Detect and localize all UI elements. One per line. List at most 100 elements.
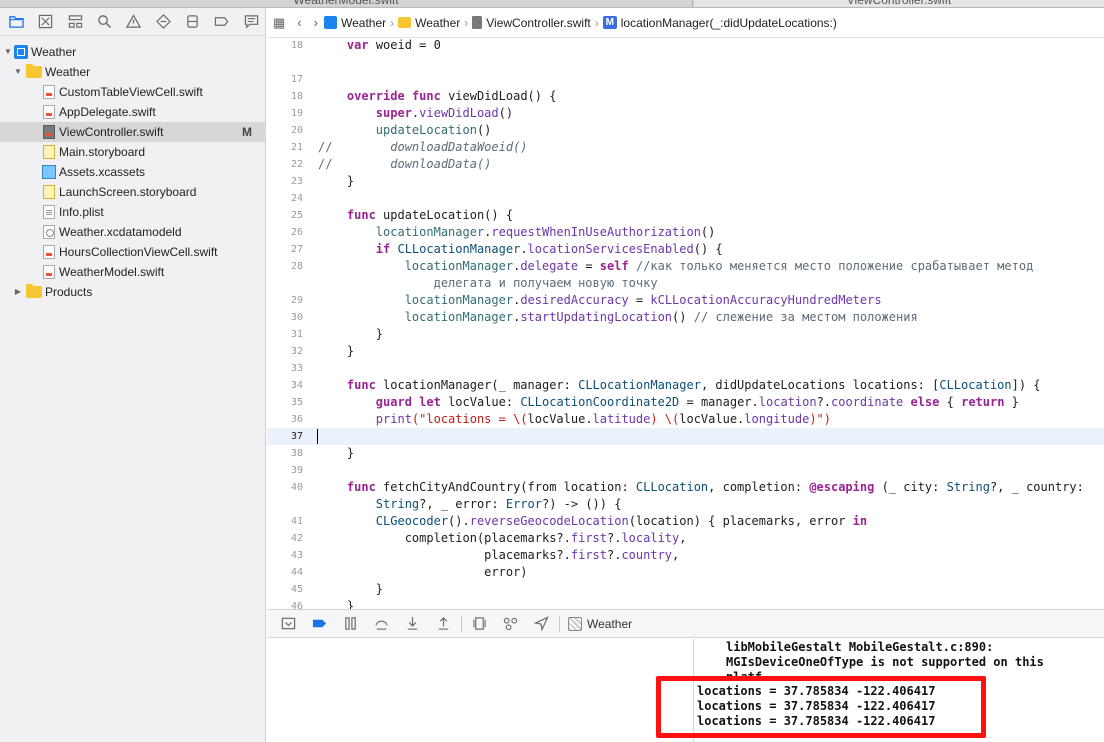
code-line[interactable]: 29 locationManager.desiredAccuracy = kCL… [267,292,1104,309]
disclosure-expanded-icon[interactable]: ▼ [3,42,13,62]
tree-row-file-selected[interactable]: ViewController.swift M [0,122,266,142]
code-line[interactable]: 43 placemarks?.first?.country, [267,547,1104,564]
project-navigator-button[interactable] [2,10,31,34]
tree-row-file[interactable]: Info.plist [0,202,266,222]
tree-label: WeatherModel.swift [59,265,165,279]
tab-viewcontroller[interactable]: ViewController.swift [694,0,1104,7]
code-line[interactable]: 26 locationManager.requestWhenInUseAutho… [267,224,1104,241]
tree-label: Info.plist [59,205,104,219]
step-out-button[interactable] [428,613,459,635]
tab-weathermodel[interactable]: WeatherModel.swift [0,0,693,7]
code-line[interactable]: 36 print("locations = \(locValue.latitud… [267,411,1104,428]
tree-row-file[interactable]: CustomTableViewCell.swift [0,82,266,102]
code-line[interactable]: 32 } [267,343,1104,360]
code-line[interactable] [267,54,1104,71]
code-line[interactable]: 18 override func viewDidLoad() { [267,88,1104,105]
code-line[interactable]: 19 super.viewDidLoad() [267,105,1104,122]
breakpoints-toggle-button[interactable] [304,613,335,635]
tree-row-file[interactable]: Weather.xcdatamodeld [0,222,266,242]
debug-navigator-button[interactable] [178,10,207,34]
code-line[interactable]: 45 } [267,581,1104,598]
code-line[interactable]: 30 locationManager.startUpdatingLocation… [267,309,1104,326]
code-line[interactable]: 27 if CLLocationManager.locationServices… [267,241,1104,258]
code-line[interactable]: 31 } [267,326,1104,343]
code-line[interactable]: 33 [267,360,1104,377]
code-line[interactable]: String?, _ error: Error?) -> ()) { [267,496,1104,513]
tree-row-file[interactable]: Main.storyboard [0,142,266,162]
code-line[interactable]: 37 [267,428,1104,445]
breakpoint-navigator-button[interactable] [207,10,236,34]
chevron-right-icon: › [390,15,395,30]
code-line[interactable]: 24 [267,190,1104,207]
tree-row-file[interactable]: Assets.xcassets [0,162,266,182]
hide-debug-area-button[interactable] [273,613,304,635]
code-line[interactable]: 38 } [267,445,1104,462]
tree-row-file[interactable]: AppDelegate.swift [0,102,266,122]
code-token: = [578,259,600,273]
related-items-icon[interactable]: ▦ [273,15,285,31]
code-line[interactable]: 21 // downloadDataWoeid() [267,139,1104,156]
code-token: ?. [607,548,622,562]
chevron-right-icon: › [464,15,469,30]
test-navigator-button[interactable] [149,10,178,34]
line-number: 37 [290,431,303,442]
code-line[interactable]: 44 error) [267,564,1104,581]
code-line[interactable]: 40 func fetchCityAndCountry(from locatio… [267,479,1104,496]
simulate-location-button[interactable] [526,613,557,635]
code-line[interactable]: 39 [267,462,1104,479]
code-line[interactable]: 28 locationManager.delegate = self //как… [267,258,1104,275]
view-hierarchy-icon [473,617,486,630]
step-over-button[interactable] [366,613,397,635]
breadcrumb-project[interactable]: Weather › [323,15,398,30]
code-line[interactable]: 35 guard let locValue: CLLocationCoordin… [267,394,1104,411]
forward-icon[interactable]: › [314,15,318,30]
code-token: // слежение за местом положения [693,310,918,324]
code-line[interactable]: 17 [267,71,1104,88]
variables-view[interactable] [267,639,694,742]
process-target[interactable]: Weather [568,616,632,631]
symbol-navigator-button[interactable] [61,10,90,34]
code-line[interactable]: 34 func locationManager(_ manager: CLLoc… [267,377,1104,394]
code-line[interactable]: 41 CLGeocoder().reverseGeocodeLocation(l… [267,513,1104,530]
code-token: String [946,480,990,494]
disclosure-collapsed-icon[interactable]: ▶ [13,282,23,302]
code-line[interactable]: 42 completion(placemarks?.first?.localit… [267,530,1104,547]
code-line[interactable]: 23 } [267,173,1104,190]
code-line[interactable]: 20 updateLocation() [267,122,1104,139]
code-token: country [621,548,673,562]
breadcrumb-group[interactable]: Weather › [398,16,472,30]
line-number: 18 [290,40,303,51]
code-token: , [679,531,687,545]
code-line[interactable]: 46 } [267,598,1104,609]
source-control-navigator-button[interactable] [31,10,60,34]
line-number: 32 [290,346,303,357]
code-line[interactable]: 25 func updateLocation() { [267,207,1104,224]
code-text: updateLocation() [318,122,492,139]
breadcrumb-method[interactable]: M locationManager(_:didUpdateLocations:) [602,16,837,30]
disclosure-expanded-icon[interactable]: ▼ [13,62,23,82]
tree-row-file[interactable]: WeatherModel.swift [0,262,266,282]
code-text: print("locations = \(locValue.latitude) … [318,411,831,428]
code-line[interactable]: 22 // downloadData() [267,156,1104,173]
find-navigator-button[interactable] [90,10,119,34]
issue-navigator-button[interactable] [119,10,148,34]
pause-button[interactable] [335,613,366,635]
tree-row-project[interactable]: ▼ Weather [0,42,266,62]
code-token: self [599,259,629,273]
view-hierarchy-button[interactable] [464,613,495,635]
breadcrumb-file[interactable]: ViewController.swift › [472,16,602,30]
tree-row-folder-products[interactable]: ▶ Products [0,282,266,302]
code-line[interactable]: делегата и получаем новую точку [267,275,1104,292]
source-editor[interactable]: 18 var woeid = 0 17 18 override func viewD… [267,39,1104,609]
tree-row-folder-weather[interactable]: ▼ Weather [0,62,266,82]
back-icon[interactable]: ‹ [297,15,301,30]
report-navigator-button[interactable] [237,10,266,34]
code-token: super [375,106,412,120]
memory-graph-button[interactable] [495,613,526,635]
tree-row-file[interactable]: HoursCollectionViewCell.swift [0,242,266,262]
step-into-button[interactable] [397,613,428,635]
code-line[interactable]: 18 var woeid = 0 [267,39,1104,54]
tree-row-file[interactable]: LaunchScreen.storyboard [0,182,266,202]
